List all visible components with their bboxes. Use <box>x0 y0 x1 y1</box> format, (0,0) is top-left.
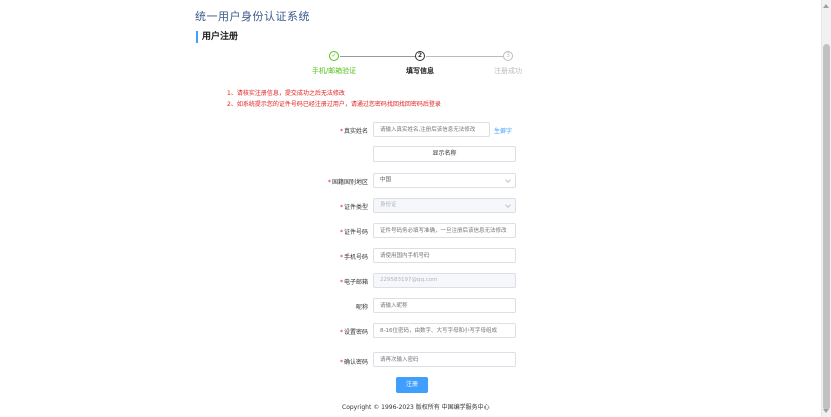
section-heading: 用户注册 <box>196 31 238 43</box>
scrollbar-thumb[interactable] <box>823 44 830 410</box>
confirm-password-label: *确认密码 <box>339 359 368 366</box>
scroll-up-arrow-icon[interactable] <box>823 4 829 8</box>
phone-label: *手机号码 <box>339 254 368 261</box>
scroll-down-arrow-icon[interactable] <box>823 409 829 413</box>
id-type-value: 身份证 <box>380 202 397 208</box>
app-title: 统一用户身份认证系统 <box>195 10 310 23</box>
step-3-marker: 3 <box>503 51 513 61</box>
email-field: 229583197@qq.com <box>373 273 516 288</box>
nickname-label: 昵称 <box>355 304 368 311</box>
step-3-label: 注册成功 <box>494 67 522 75</box>
id-number-input[interactable] <box>373 223 516 238</box>
password-label: *设置密码 <box>339 329 368 336</box>
notice-1: 1、请核实注册信息，提交成功之后无法修改 <box>227 90 345 97</box>
footer-copyright: Copyright © 1996-2023 版权所有 中国编学服务中心 <box>342 404 490 411</box>
country-label: *国籍国别地区 <box>327 179 368 186</box>
password-input[interactable] <box>373 323 516 338</box>
page-scrollbar[interactable] <box>821 0 831 417</box>
id-type-label: *证件类型 <box>339 204 368 211</box>
display-name-button[interactable]: 显示名称 <box>373 146 516 162</box>
step-2-marker: 2 <box>415 51 425 61</box>
id-number-label: *证件号码 <box>339 229 368 236</box>
step-1-label: 手机/邮箱验证 <box>311 67 357 75</box>
step-connector <box>340 56 415 57</box>
rare-character-link[interactable]: 生僻字 <box>494 126 512 135</box>
notice-2: 2、如系统提示您的证件号码已经注册过用户，请通过您密码找回找回密码后登录 <box>227 101 441 108</box>
real-name-label: *真实姓名 <box>339 128 368 135</box>
chevron-down-icon <box>505 202 511 208</box>
step-2-label: 填写信息 <box>406 67 434 75</box>
nickname-input[interactable] <box>373 298 516 313</box>
confirm-password-input[interactable] <box>373 352 516 367</box>
real-name-input[interactable] <box>373 122 490 137</box>
chevron-down-icon <box>505 177 511 183</box>
step-1-check-icon: ✓ <box>329 51 339 61</box>
phone-input[interactable] <box>373 248 516 263</box>
step-connector <box>426 56 503 57</box>
register-button[interactable]: 注册 <box>396 377 428 393</box>
country-select[interactable]: 中国 <box>373 173 516 188</box>
email-label: *电子邮箱 <box>339 279 368 286</box>
id-type-select[interactable]: 身份证 <box>373 198 516 213</box>
country-value: 中国 <box>380 177 392 183</box>
